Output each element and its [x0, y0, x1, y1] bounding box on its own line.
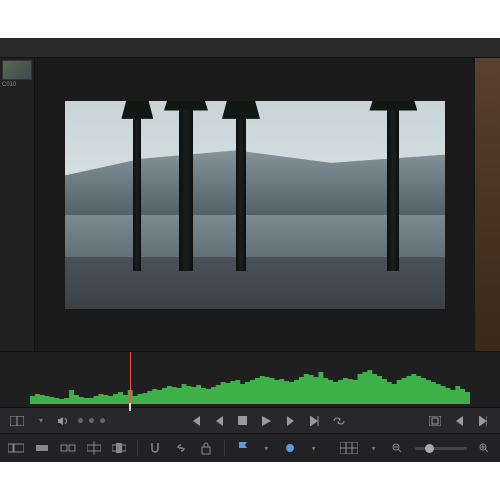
zoom-out-button[interactable] — [390, 440, 405, 456]
ripple-tool-icon[interactable] — [60, 440, 76, 456]
chevron-down-icon[interactable]: ▾ — [34, 414, 48, 428]
flag-marker-icon[interactable] — [235, 440, 250, 456]
main-area: C010 — [0, 58, 500, 351]
trim-tool-icon[interactable] — [34, 440, 50, 456]
snap-toggle[interactable] — [148, 440, 163, 456]
dot-marker-icon[interactable] — [282, 440, 297, 456]
insert-tool-icon[interactable] — [86, 440, 101, 456]
timeline-view-icon[interactable] — [340, 440, 358, 456]
stop-button[interactable] — [236, 414, 250, 428]
clip-label: C010 — [2, 82, 32, 88]
option-dots[interactable] — [78, 418, 105, 423]
display-mode-button[interactable] — [10, 414, 24, 428]
audio-waveform-area[interactable] — [0, 351, 500, 407]
media-panel[interactable]: C010 — [0, 58, 35, 351]
link-toggle[interactable] — [173, 440, 188, 456]
viewer-container — [35, 58, 475, 351]
selection-tool-icon[interactable] — [8, 440, 24, 456]
zoom-in-button[interactable] — [477, 440, 492, 456]
lock-icon[interactable] — [199, 440, 214, 456]
playback-controls — [188, 414, 346, 428]
right-panel-edge — [475, 58, 500, 351]
zoom-slider-thumb[interactable] — [425, 444, 434, 453]
prev-clip-button[interactable] — [188, 414, 202, 428]
loop-button[interactable] — [332, 414, 346, 428]
chevron-down-icon[interactable]: ▾ — [260, 441, 272, 455]
video-editor-app: C010 ▾ — [0, 38, 500, 462]
play-button[interactable] — [260, 414, 274, 428]
step-forward-button[interactable] — [284, 414, 298, 428]
match-frame-button[interactable] — [428, 414, 442, 428]
go-to-in-button[interactable] — [452, 414, 466, 428]
overwrite-tool-icon[interactable] — [111, 440, 126, 456]
playhead-marker[interactable] — [129, 403, 131, 411]
clip-thumbnail[interactable] — [2, 60, 32, 80]
zoom-slider[interactable] — [415, 447, 466, 450]
chevron-down-icon[interactable]: ▾ — [368, 441, 380, 455]
tab-strip — [0, 38, 500, 58]
audio-waveform[interactable] — [30, 356, 470, 404]
chevron-down-icon[interactable]: ▾ — [308, 441, 320, 455]
next-clip-button[interactable] — [308, 414, 322, 428]
go-to-out-button[interactable] — [476, 414, 490, 428]
step-back-button[interactable] — [212, 414, 226, 428]
preview-viewer[interactable] — [65, 101, 445, 309]
transport-bar: ▾ — [0, 407, 500, 433]
volume-button[interactable] — [56, 414, 70, 428]
timeline-toolbar: ▾ ▾ ▾ — [0, 433, 500, 462]
playhead[interactable] — [130, 352, 131, 407]
